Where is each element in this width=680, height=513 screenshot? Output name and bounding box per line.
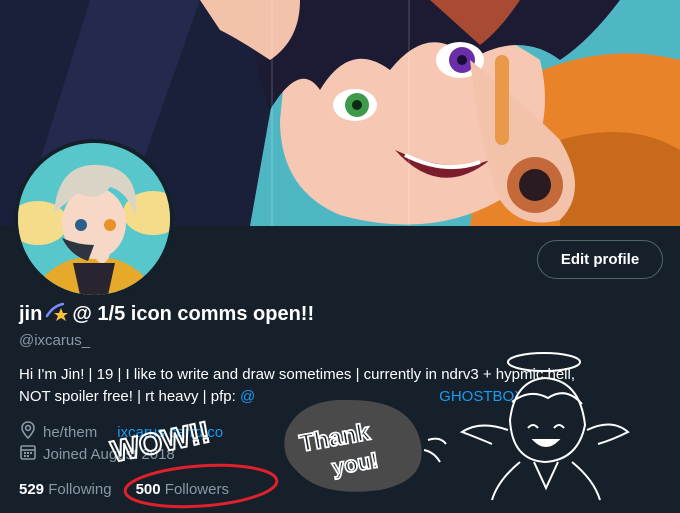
profile-joined-date: Joined August 2018 (43, 445, 175, 463)
calendar-icon (19, 443, 37, 465)
profile-bio: Hi I'm Jin! | 19 | I like to write and d… (19, 364, 669, 408)
bio-line-2-text: NOT spoiler free! | rt heavy | pfp: (19, 388, 240, 405)
followers-link[interactable]: 500 Followers (136, 481, 229, 498)
thank-you-blob (284, 399, 422, 492)
bio-line-1: Hi I'm Jin! | 19 | I like to write and d… (19, 366, 576, 383)
following-link[interactable]: 529 Following (19, 481, 112, 498)
edit-profile-button[interactable]: Edit profile (537, 240, 663, 279)
profile-location-row: he/them ixcarus.carrd.co (19, 421, 223, 443)
location-pin-icon (19, 421, 37, 443)
thank-doodle-text: Thank (298, 419, 373, 458)
dizzy-star-emoji-icon (45, 300, 69, 328)
bio-pfp-link-start[interactable]: @ (240, 388, 255, 405)
display-name: jin @ 1/5 icon comms open!! (19, 300, 314, 328)
bio-pfp-link-end[interactable]: GHOSTBOX__ (439, 388, 541, 405)
followers-count: 500 (135, 481, 161, 498)
profile-website-link[interactable]: ixcarus.carrd.co (117, 424, 223, 441)
profile-avatar[interactable] (14, 139, 174, 299)
bio-line-2: NOT spoiler free! | rt heavy | pfp: @ GHO… (19, 386, 669, 408)
profile-joined-row: Joined August 2018 (19, 443, 175, 465)
followers-label: Followers (164, 481, 229, 498)
you-doodle-text: you! (330, 447, 380, 480)
display-name-suffix: @ 1/5 icon comms open!! (72, 302, 315, 325)
following-label: Following (48, 481, 112, 498)
profile-stats: 529 Following 500 Followers (19, 481, 229, 498)
display-name-prefix: jin (19, 302, 43, 325)
profile-pronouns: he/them (43, 423, 98, 441)
profile-handle: @ixcarus_ (19, 332, 91, 349)
following-count: 529 (19, 481, 45, 498)
